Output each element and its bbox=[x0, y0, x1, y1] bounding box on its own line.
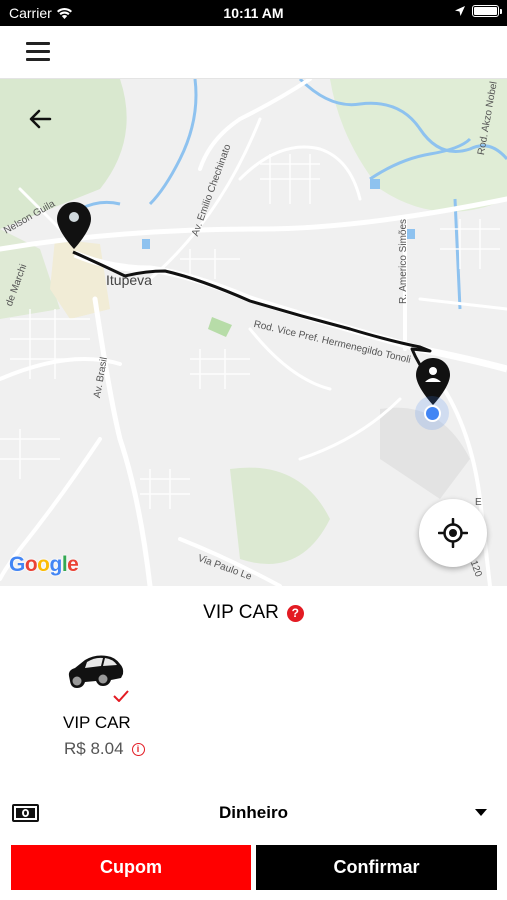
hamburger-icon[interactable] bbox=[26, 42, 54, 64]
map-view[interactable]: Itupeva Rod. Vice Pref. Hermenegildo Ton… bbox=[0, 79, 507, 586]
confirm-button[interactable]: Confirmar bbox=[256, 845, 497, 890]
payment-method-label: Dinheiro bbox=[219, 803, 288, 822]
payment-method-selector[interactable]: Dinheiro bbox=[0, 796, 507, 830]
vehicle-name: VIP CAR bbox=[63, 713, 131, 732]
vehicle-price: R$ 8.04 bbox=[64, 739, 124, 758]
arrow-left-icon bbox=[29, 109, 52, 129]
nav-bar bbox=[0, 26, 507, 79]
category-title: VIP CAR bbox=[203, 602, 279, 623]
category-title-row: VIP CAR ? bbox=[0, 602, 507, 624]
vehicle-option-vip-car[interactable]: VIP CAR R$ 8.04 i bbox=[55, 648, 165, 763]
status-time: 10:11 AM bbox=[223, 5, 284, 21]
map-label-americo: R. Americo Simões bbox=[398, 218, 409, 304]
google-attribution-logo: Google bbox=[9, 553, 79, 576]
help-icon[interactable]: ? bbox=[286, 604, 304, 622]
map-label-e: E bbox=[475, 497, 482, 508]
pickup-map-pin-icon[interactable] bbox=[56, 201, 92, 251]
status-bar: Carrier 10:11 AM bbox=[0, 0, 507, 26]
location-arrow-icon bbox=[455, 6, 465, 16]
current-location-dot bbox=[415, 396, 449, 430]
crosshair-icon bbox=[438, 518, 468, 548]
back-button[interactable] bbox=[22, 103, 58, 135]
recenter-location-button[interactable] bbox=[419, 499, 487, 567]
checkmark-icon bbox=[113, 690, 129, 702]
vehicle-price-row: R$ 8.04 i bbox=[64, 739, 145, 759]
map-label-city: Itupeva bbox=[106, 272, 152, 288]
coupon-button[interactable]: Cupom bbox=[11, 845, 251, 890]
status-right bbox=[454, 5, 502, 17]
battery-icon bbox=[472, 5, 502, 17]
price-info-icon[interactable]: i bbox=[131, 742, 145, 756]
ride-options-panel: VIP CAR ? VIP CAR R$ 8.04 i Dinheiro Cup… bbox=[0, 586, 507, 900]
car-icon bbox=[68, 655, 124, 688]
chevron-down-icon bbox=[475, 809, 487, 816]
